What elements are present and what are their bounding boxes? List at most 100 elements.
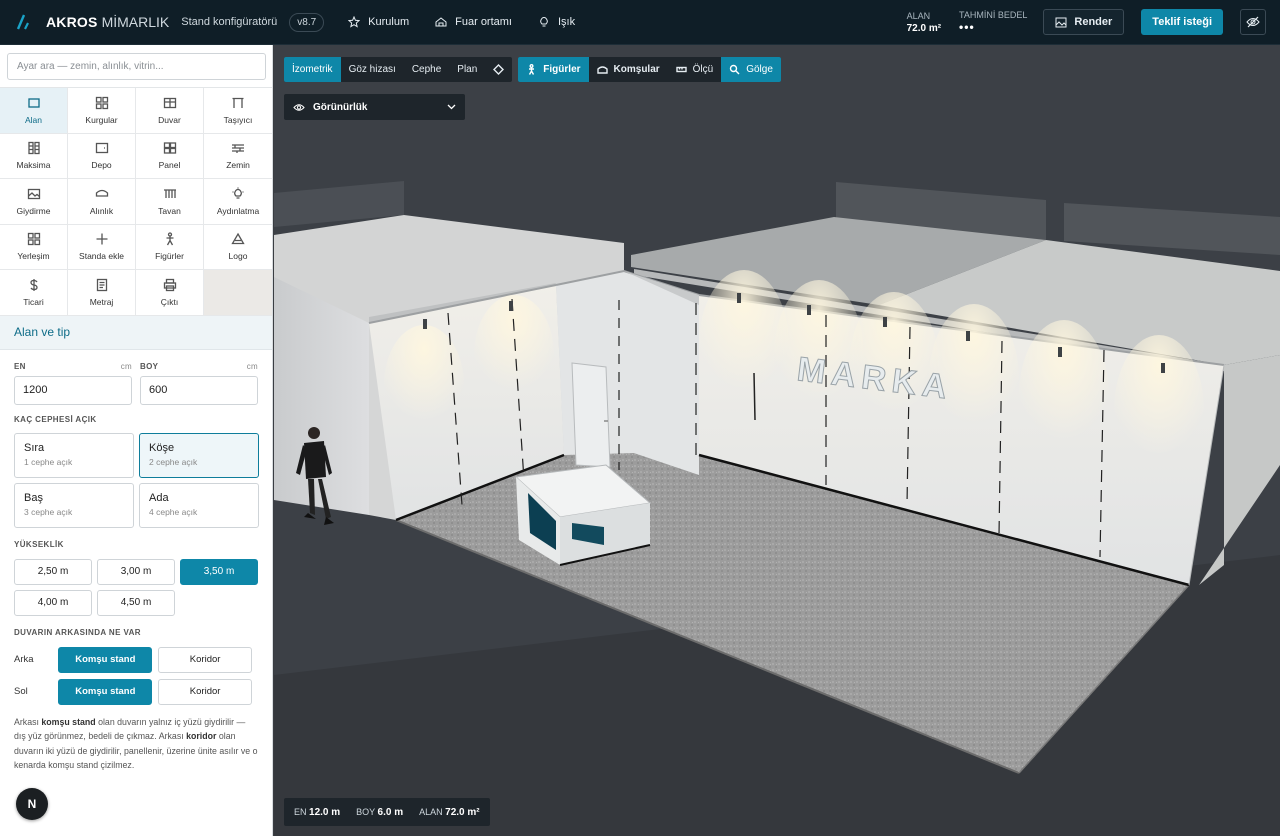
reset-view-button[interactable] bbox=[485, 57, 512, 82]
cost-stat: TAHMİNİ BEDEL ••• bbox=[959, 10, 1027, 34]
sol-corridor-button[interactable]: Koridor bbox=[158, 678, 252, 705]
visibility-label: Görünürlük bbox=[313, 101, 368, 113]
wall-help-note: Arkası komşu stand olan duvarın yalnız i… bbox=[14, 716, 258, 771]
tool-taşıyıcı[interactable]: Taşıyıcı bbox=[204, 88, 272, 134]
tool-alınlık[interactable]: Alınlık bbox=[68, 179, 136, 225]
dim-width: EN 12.0 m bbox=[294, 806, 341, 818]
depth-unit: cm bbox=[246, 361, 258, 371]
cost-stat-label: TAHMİNİ BEDEL bbox=[959, 10, 1028, 20]
tool-yerleşim[interactable]: Yerleşim bbox=[0, 224, 68, 270]
tool-aydınlatma[interactable]: Aydınlatma bbox=[204, 179, 272, 225]
behind-wall-title: DUVARIN ARKASINDA NE VAR bbox=[14, 627, 141, 637]
option-ada[interactable]: Ada 4 cephe açık bbox=[139, 482, 259, 528]
tool-kurgular[interactable]: Kurgular bbox=[68, 88, 136, 134]
height-4-50[interactable]: 4,50 m bbox=[97, 589, 175, 616]
height-3-00[interactable]: 3,00 m bbox=[97, 558, 175, 585]
dimensions-readout: EN 12.0 m BOY 6.0 m ALAN 72.0 m² bbox=[284, 798, 490, 826]
wall-row-arka: Arka Komşu stand Koridor bbox=[0, 646, 272, 673]
tool-zemin[interactable]: Zemin bbox=[204, 134, 272, 179]
tool-giydirme[interactable]: Giydirme bbox=[0, 179, 68, 225]
top-bar: AKROS MİMARLIK Stand konfigüratörü v8.7 … bbox=[0, 0, 1280, 45]
render-button[interactable]: Render bbox=[1043, 9, 1125, 35]
arka-corridor-button[interactable]: Koridor bbox=[158, 646, 252, 673]
floor-icon bbox=[232, 144, 244, 154]
tool-metraj[interactable]: Metraj bbox=[68, 270, 136, 316]
panel-icon bbox=[163, 142, 176, 154]
tool-çıktı[interactable]: Çıktı bbox=[136, 270, 204, 316]
option-sub: 3 cephe açık bbox=[24, 506, 73, 517]
height-4-00[interactable]: 4,00 m bbox=[14, 589, 92, 616]
view-izometrik-button[interactable]: İzometrik bbox=[284, 57, 341, 82]
tool-figürler[interactable]: Figürler bbox=[136, 224, 204, 270]
tool-label: Depo bbox=[91, 160, 112, 171]
tool-label: Logo bbox=[228, 251, 248, 262]
tool-label: Kurgular bbox=[85, 114, 118, 125]
tool-tavan[interactable]: Tavan bbox=[136, 179, 204, 225]
tool-grid: Alan Kurgular Duvar Taşıyıcı Maksima Depo Pane… bbox=[0, 87, 272, 316]
bulb-icon bbox=[540, 16, 548, 27]
diamond-icon bbox=[493, 64, 505, 75]
tool-label: Alınlık bbox=[89, 205, 114, 216]
tool-ticari[interactable]: Ticari bbox=[0, 270, 68, 316]
depth-input[interactable] bbox=[140, 375, 258, 405]
view-plan-button[interactable]: Plan bbox=[449, 57, 485, 82]
n-badge-button[interactable]: N bbox=[16, 788, 48, 820]
section-title: Alan ve tip bbox=[0, 315, 272, 350]
option-kose[interactable]: Köşe 2 cephe açık bbox=[139, 432, 259, 478]
settings-search-input[interactable] bbox=[7, 53, 266, 80]
quote-request-button[interactable]: Teklif isteği bbox=[1141, 9, 1223, 35]
nav-fuar-ortami[interactable]: Fuar ortamı bbox=[435, 16, 512, 28]
tool-label: Figürler bbox=[155, 251, 184, 262]
tool-logo[interactable]: Logo bbox=[204, 225, 272, 270]
height-2-50[interactable]: 2,50 m bbox=[14, 558, 92, 585]
open-sides-title: KAÇ CEPHESİ AÇIK bbox=[14, 414, 97, 424]
view-cephe-button[interactable]: Cephe bbox=[404, 57, 449, 82]
printer-icon bbox=[163, 278, 176, 291]
chevron-down-icon bbox=[447, 104, 456, 110]
akros-logo-icon bbox=[16, 14, 30, 30]
toggle-golge[interactable]: Gölge bbox=[721, 57, 781, 82]
height-title: YÜKSEKLİK bbox=[14, 539, 64, 549]
eye-off-icon bbox=[1246, 16, 1260, 28]
brand-subtitle: MİMARLIK bbox=[101, 14, 170, 30]
tool-label: Maksima bbox=[16, 160, 51, 171]
toggle-komsular-label: Komşular bbox=[613, 64, 660, 75]
dim-depth: BOY 6.0 m bbox=[356, 806, 404, 818]
toggle-komsular[interactable]: Komşular bbox=[589, 57, 668, 82]
nav-isik[interactable]: Işık bbox=[538, 16, 575, 28]
option-bas[interactable]: Baş 3 cephe açık bbox=[14, 482, 134, 528]
tool-grid-filler bbox=[204, 270, 272, 316]
3d-viewport[interactable]: MARKA İzometrik Göz hizası Cephe Plan Fi… bbox=[274, 45, 1280, 836]
stand-3d-scene[interactable]: MARKA bbox=[274, 45, 1280, 836]
width-unit: cm bbox=[120, 361, 132, 371]
tool-duvar[interactable]: Duvar bbox=[136, 88, 204, 134]
option-sira[interactable]: Sıra 1 cephe açık bbox=[14, 432, 134, 478]
toggle-figurler[interactable]: Figürler bbox=[518, 57, 589, 82]
brand-name: AKROS bbox=[46, 14, 98, 30]
width-input[interactable] bbox=[14, 375, 132, 405]
tool-standa-ekle[interactable]: Standa ekle bbox=[68, 224, 136, 270]
tool-depo[interactable]: Depo bbox=[68, 133, 136, 179]
width-label: EN bbox=[14, 361, 26, 371]
maxima-icon bbox=[27, 142, 40, 155]
truss-icon bbox=[232, 97, 244, 108]
hide-panel-button[interactable] bbox=[1240, 9, 1266, 35]
nav-kurulum[interactable]: Kurulum bbox=[348, 16, 409, 28]
visibility-dropdown[interactable]: Görünürlük bbox=[284, 94, 465, 120]
view-goz-hizasi-button[interactable]: Göz hizası bbox=[341, 57, 404, 82]
nav-kurulum-label: Kurulum bbox=[368, 16, 410, 28]
option-sub: 2 cephe açık bbox=[149, 456, 198, 467]
arka-neighbor-button[interactable]: Komşu stand bbox=[58, 646, 153, 673]
tool-panel[interactable]: Panel bbox=[136, 133, 204, 179]
app-title: Stand konfigüratörü bbox=[181, 16, 278, 28]
toggle-figurler-label: Figürler bbox=[543, 64, 581, 75]
tool-alan[interactable]: Alan bbox=[0, 88, 68, 134]
sol-neighbor-button[interactable]: Komşu stand bbox=[58, 678, 153, 705]
height-3-50[interactable]: 3,50 m bbox=[180, 558, 258, 585]
width-field: EN cm bbox=[14, 362, 132, 405]
layouts-icon bbox=[95, 96, 108, 109]
toggle-olcu[interactable]: Ölçü bbox=[668, 57, 722, 82]
depth-label: BOY bbox=[140, 361, 159, 371]
person-icon bbox=[166, 232, 173, 246]
tool-maksima[interactable]: Maksima bbox=[0, 133, 68, 179]
